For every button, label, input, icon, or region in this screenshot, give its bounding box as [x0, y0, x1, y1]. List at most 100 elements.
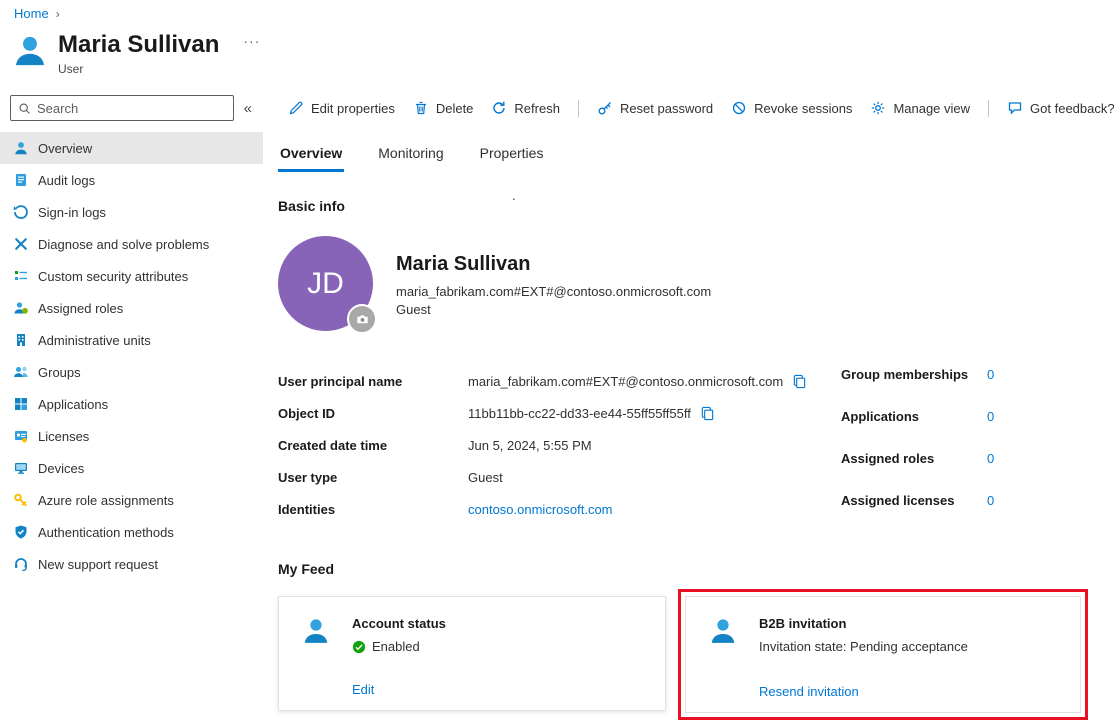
toolbar-label: Delete — [436, 101, 474, 116]
revoke-sessions-button[interactable]: Revoke sessions — [731, 100, 852, 116]
sidebar-item-azure-role-assignments[interactable]: Azure role assignments — [0, 484, 263, 516]
count-value[interactable]: 0 — [987, 409, 994, 451]
sidebar-item-applications[interactable]: Applications — [0, 388, 263, 420]
sidebar-item-licenses[interactable]: Licenses — [0, 420, 263, 452]
field-label: Created date time — [278, 438, 468, 453]
avatar-initials: JD — [307, 267, 344, 301]
got-feedback-button[interactable]: Got feedback? — [1007, 100, 1115, 116]
field-value: Guest — [468, 470, 503, 485]
avatar: JD — [278, 236, 373, 331]
toolbar-label: Manage view — [893, 101, 970, 116]
copy-icon[interactable] — [792, 374, 807, 389]
sidebar-item-custom-security-attributes[interactable]: Custom security attributes — [0, 260, 263, 292]
search-box — [10, 95, 234, 121]
field-value: maria_fabrikam.com#EXT#@contoso.onmicros… — [468, 374, 783, 389]
card-status-text: Invitation state: Pending acceptance — [759, 639, 968, 654]
field-value: Jun 5, 2024, 5:55 PM — [468, 438, 592, 453]
toolbar-label: Revoke sessions — [754, 101, 852, 116]
count-value[interactable]: 0 — [987, 367, 994, 409]
tab-overview[interactable]: Overview — [278, 145, 344, 172]
delete-button[interactable]: Delete — [413, 100, 474, 116]
breadcrumb: Home › — [14, 6, 60, 21]
sidebar-item-groups[interactable]: Groups — [0, 356, 263, 388]
headset-icon — [13, 556, 29, 572]
basic-info-heading: Basic info — [278, 198, 1089, 215]
toolbar-separator — [988, 100, 989, 117]
audit-logs-icon — [13, 172, 29, 188]
sidebar-item-sign-in-logs[interactable]: Sign-in logs — [0, 196, 263, 228]
stray-dot: . — [512, 188, 516, 203]
toolbar-label: Edit properties — [311, 101, 395, 116]
sidebar-item-label: Audit logs — [38, 173, 95, 188]
search-icon — [18, 102, 31, 115]
sidebar-item-new-support-request[interactable]: New support request — [0, 548, 263, 580]
tab-properties[interactable]: Properties — [478, 145, 546, 172]
tab-monitoring[interactable]: Monitoring — [376, 145, 445, 172]
count-row-assigned-licenses: Assigned licenses 0 — [841, 493, 994, 535]
card-title: Account status — [352, 616, 649, 631]
count-row-group-memberships: Group memberships 0 — [841, 367, 994, 409]
sidebar-item-diagnose[interactable]: Diagnose and solve problems — [0, 228, 263, 260]
feedback-icon — [1007, 100, 1023, 116]
sidebar-item-label: Administrative units — [38, 333, 151, 348]
count-row-assigned-roles: Assigned roles 0 — [841, 451, 994, 493]
toolbar-separator — [578, 100, 579, 117]
count-list: Group memberships 0 Applications 0 Assig… — [841, 365, 994, 535]
field-label: Object ID — [278, 406, 468, 421]
sidebar-item-label: Sign-in logs — [38, 205, 106, 220]
card-title: B2B invitation — [759, 616, 1064, 631]
page-header: Maria Sullivan ··· User — [12, 31, 260, 76]
reset-password-button[interactable]: Reset password — [597, 100, 713, 116]
person-icon — [708, 616, 738, 646]
user-icon — [12, 33, 48, 69]
count-value[interactable]: 0 — [987, 493, 994, 535]
manage-view-button[interactable]: Manage view — [870, 100, 970, 116]
field-list: User principal name maria_fabrikam.com#E… — [278, 365, 841, 535]
breadcrumb-home-link[interactable]: Home — [14, 6, 49, 21]
card-account-status: Account status Enabled Edit — [278, 596, 666, 711]
refresh-button[interactable]: Refresh — [491, 100, 560, 116]
profile-user-type: Guest — [396, 302, 711, 317]
info-section: User principal name maria_fabrikam.com#E… — [278, 365, 1089, 535]
sidebar-item-devices[interactable]: Devices — [0, 452, 263, 484]
block-icon — [731, 100, 747, 116]
sidebar-item-label: Assigned roles — [38, 301, 123, 316]
sidebar-item-overview[interactable]: Overview — [0, 132, 263, 164]
edit-properties-button[interactable]: Edit properties — [288, 100, 395, 116]
sidebar-item-audit-logs[interactable]: Audit logs — [0, 164, 263, 196]
edit-link[interactable]: Edit — [352, 682, 374, 697]
copy-icon[interactable] — [700, 406, 715, 421]
sidebar-item-label: Diagnose and solve problems — [38, 237, 209, 252]
trash-icon — [413, 100, 429, 116]
toolbar-label: Reset password — [620, 101, 713, 116]
collapse-sidebar-button[interactable]: « — [237, 98, 259, 119]
refresh-icon — [491, 100, 507, 116]
key-icon — [597, 100, 613, 116]
profile-name: Maria Sullivan — [396, 253, 711, 276]
resend-invitation-link[interactable]: Resend invitation — [759, 684, 859, 699]
assigned-roles-icon — [13, 300, 29, 316]
sidebar-item-assigned-roles[interactable]: Assigned roles — [0, 292, 263, 324]
groups-icon — [13, 364, 29, 380]
field-row-user-principal-name: User principal name maria_fabrikam.com#E… — [278, 365, 841, 397]
identities-link[interactable]: contoso.onmicrosoft.com — [468, 502, 613, 517]
main-content: Edit properties Delete Refresh Reset pas… — [277, 95, 1119, 721]
devices-icon — [13, 460, 29, 476]
more-options-button[interactable]: ··· — [243, 33, 260, 49]
camera-icon[interactable] — [347, 304, 377, 334]
sidebar-item-label: New support request — [38, 557, 158, 572]
azure-user-overview-page: Home › Maria Sullivan ··· User « — [0, 0, 1119, 721]
page-subtitle: User — [58, 62, 260, 76]
field-row-object-id: Object ID 11bb11bb-cc22-dd33-ee44-55ff55… — [278, 397, 841, 429]
count-row-applications: Applications 0 — [841, 409, 994, 451]
sidebar-item-label: Licenses — [38, 429, 89, 444]
toolbar-label: Got feedback? — [1030, 101, 1115, 116]
sidebar-item-administrative-units[interactable]: Administrative units — [0, 324, 263, 356]
field-row-identities: Identities contoso.onmicrosoft.com — [278, 493, 841, 525]
field-label: User principal name — [278, 374, 468, 389]
person-icon — [301, 616, 331, 646]
search-input[interactable] — [37, 101, 226, 116]
count-value[interactable]: 0 — [987, 451, 994, 493]
sidebar-item-authentication-methods[interactable]: Authentication methods — [0, 516, 263, 548]
page-title: Maria Sullivan — [58, 31, 219, 59]
